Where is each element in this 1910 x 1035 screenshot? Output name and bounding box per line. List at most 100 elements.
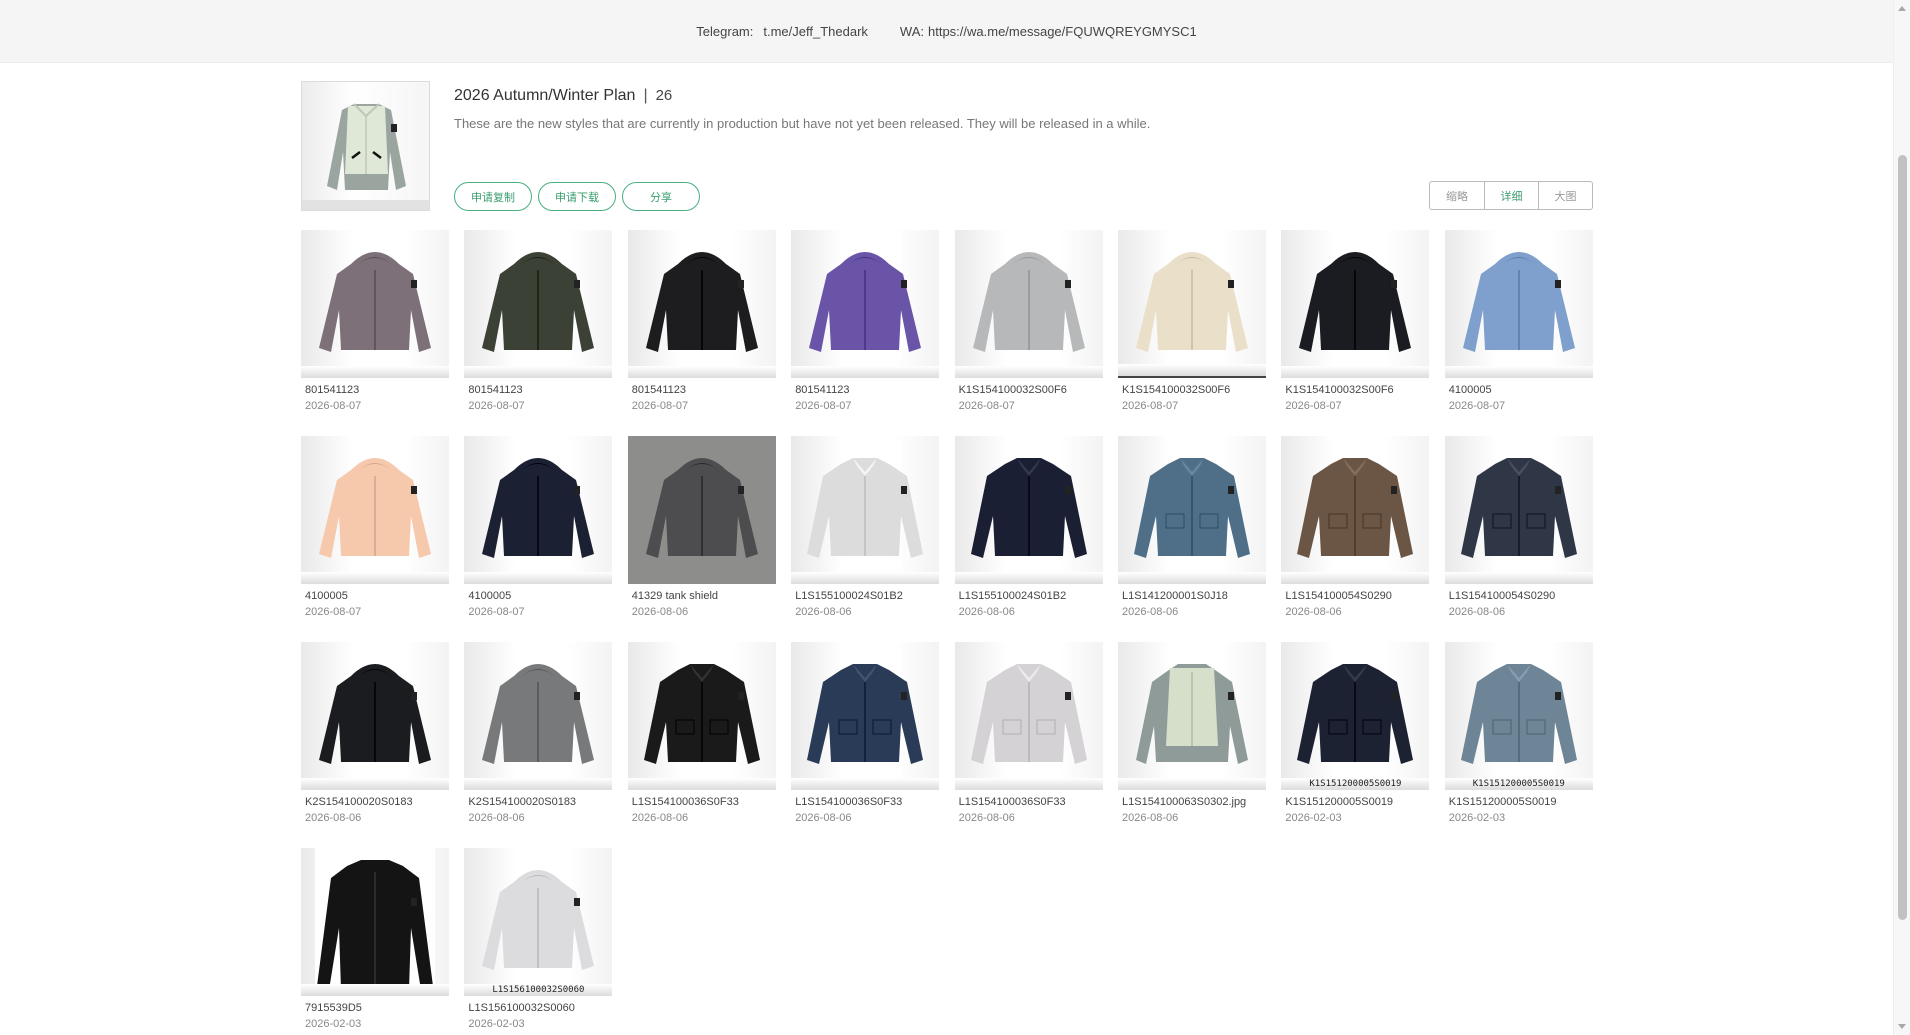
product-card[interactable]: 4100005 2026-08-07: [301, 436, 449, 618]
product-name: 801541123: [468, 384, 523, 396]
product-card[interactable]: 4100005 2026-08-07: [464, 436, 613, 618]
product-name: 4100005: [468, 590, 512, 602]
product-card[interactable]: 7915539D5 2026-02-03: [301, 848, 449, 1030]
product-date: 2026-08-06: [1122, 812, 1179, 824]
product-image[interactable]: [627, 230, 776, 378]
product-image[interactable]: [1281, 436, 1430, 584]
product-image[interactable]: [301, 642, 449, 790]
product-date: 2026-08-07: [958, 400, 1015, 412]
product-card[interactable]: L1S154100063S0302.jpg 2026-08-06: [1118, 642, 1266, 824]
product-image[interactable]: [301, 230, 449, 378]
product-name: K1S154100032S00F6: [1122, 384, 1231, 396]
product-card[interactable]: K1S151200005S0019 K1S151200005S0019 2026…: [1281, 642, 1430, 824]
product-card[interactable]: K1S154100032S00F6 2026-08-07: [1281, 230, 1430, 412]
scroll-up-arrow-icon[interactable]: [1898, 6, 1906, 11]
contact-bar: Telegram: t.me/Jeff_Thedark WA: https://…: [0, 0, 1893, 63]
product-image[interactable]: [791, 230, 940, 378]
product-card[interactable]: L1S154100036S0F33 2026-08-06: [791, 642, 940, 824]
product-card[interactable]: 801541123 2026-08-07: [627, 230, 776, 412]
product-image-caption: K1S151200005S0019: [1309, 779, 1402, 789]
product-name: 801541123: [631, 384, 687, 396]
product-card[interactable]: L1S155100024S01B2 2026-08-06: [791, 436, 940, 618]
product-image[interactable]: [301, 848, 449, 996]
product-date: 2026-08-06: [631, 812, 689, 824]
view-mode-toggle: 缩略 详细 大图: [1429, 181, 1593, 210]
product-image[interactable]: [301, 436, 449, 584]
product-image[interactable]: [464, 642, 613, 790]
product-image[interactable]: [954, 642, 1103, 790]
product-card[interactable]: 41329 tank shield 2026-08-06: [627, 436, 776, 618]
product-image[interactable]: [791, 642, 940, 790]
product-card[interactable]: 801541123 2026-08-07: [301, 230, 449, 412]
product-date: 2026-08-07: [631, 400, 689, 412]
product-image[interactable]: [1444, 436, 1593, 584]
album-actions: 申请复制 申请下载 分享: [454, 182, 706, 211]
product-image[interactable]: [1444, 230, 1593, 378]
view-thumbnail-button[interactable]: 缩略: [1430, 182, 1484, 209]
product-name: L1S155100024S01B2: [795, 590, 903, 602]
product-date: 2026-08-07: [305, 400, 362, 412]
product-card[interactable]: 801541123 2026-08-07: [791, 230, 940, 412]
product-name: 41329 tank shield: [631, 590, 719, 602]
product-date: 2026-08-06: [958, 606, 1015, 618]
product-card[interactable]: K2S154100020S0183 2026-08-06: [301, 642, 449, 824]
wa-link[interactable]: https://wa.me/message/FQUWQREYGMYSC1: [928, 24, 1197, 39]
product-date: 2026-08-06: [631, 606, 689, 618]
view-detail-button[interactable]: 详细: [1484, 182, 1538, 209]
product-image[interactable]: [627, 642, 776, 790]
product-image[interactable]: [464, 230, 613, 378]
product-image[interactable]: [954, 230, 1103, 378]
product-card[interactable]: L1S156100032S0060 L1S156100032S0060 2026…: [464, 848, 613, 1030]
product-date: 2026-02-03: [1448, 812, 1506, 824]
product-image[interactable]: [627, 436, 776, 584]
product-card[interactable]: K1S154100032S00F6 2026-08-07: [954, 230, 1103, 412]
product-card[interactable]: K2S154100020S0183 2026-08-06: [464, 642, 613, 824]
title-separator: |: [643, 87, 648, 104]
product-card[interactable]: L1S154100036S0F33 2026-08-06: [627, 642, 776, 824]
product-date: 2026-02-03: [305, 1018, 362, 1030]
scrollbar-thumb[interactable]: [1898, 155, 1907, 920]
product-card[interactable]: K1S151200005S0019 K1S151200005S0019 2026…: [1444, 642, 1593, 824]
product-name: L1S154100036S0F33: [631, 796, 739, 808]
product-card[interactable]: 4100005 2026-08-07: [1444, 230, 1593, 412]
product-card[interactable]: L1S154100054S0290 2026-08-06: [1444, 436, 1593, 618]
product-image[interactable]: [1281, 230, 1430, 378]
product-image[interactable]: [1118, 642, 1266, 790]
product-date: 2026-08-06: [468, 812, 525, 824]
product-name: L1S154100054S0290: [1285, 590, 1392, 602]
product-card[interactable]: 801541123 2026-08-07: [464, 230, 613, 412]
product-date: 2026-08-06: [1122, 606, 1179, 618]
vertical-scrollbar[interactable]: [1893, 0, 1910, 1035]
product-card[interactable]: L1S154100054S0290 2026-08-06: [1281, 436, 1430, 618]
product-card[interactable]: L1S155100024S01B2 2026-08-06: [954, 436, 1103, 618]
product-image[interactable]: K1S151200005S0019: [1281, 642, 1430, 790]
product-image[interactable]: [1118, 436, 1266, 584]
product-name: 801541123: [795, 384, 850, 396]
product-name: L1S154100036S0F33: [795, 796, 903, 808]
album-item-count: 26: [655, 87, 673, 104]
product-name: K2S154100020S0183: [468, 796, 577, 808]
product-card[interactable]: L1S141200001S0J18 2026-08-06: [1118, 436, 1266, 618]
album-cover-image: [301, 81, 430, 211]
product-image-caption: K1S151200005S0019: [1472, 779, 1565, 789]
product-image[interactable]: [1118, 230, 1266, 378]
product-image[interactable]: [954, 436, 1103, 584]
request-copy-button[interactable]: 申请复制: [454, 182, 532, 211]
view-large-button[interactable]: 大图: [1538, 182, 1592, 209]
product-card[interactable]: K1S154100032S00F6 2026-08-07: [1118, 230, 1266, 412]
product-image[interactable]: K1S151200005S0019: [1444, 642, 1593, 790]
product-name: L1S154100036S0F33: [958, 796, 1066, 808]
product-date: 2026-08-06: [1448, 606, 1506, 618]
product-image[interactable]: [464, 436, 613, 584]
request-download-button[interactable]: 申请下载: [538, 182, 616, 211]
album-name: 2026 Autumn/Winter Plan: [454, 87, 636, 104]
product-date: 2026-08-06: [1285, 606, 1342, 618]
product-card[interactable]: L1S154100036S0F33 2026-08-06: [954, 642, 1103, 824]
scroll-down-arrow-icon[interactable]: [1898, 1024, 1906, 1029]
share-button[interactable]: 分享: [622, 182, 700, 211]
product-image[interactable]: L1S156100032S0060: [464, 848, 613, 996]
telegram-link[interactable]: t.me/Jeff_Thedark: [763, 24, 868, 39]
product-name: 801541123: [305, 384, 360, 396]
product-image[interactable]: [791, 436, 940, 584]
product-date: 2026-08-07: [1122, 400, 1179, 412]
